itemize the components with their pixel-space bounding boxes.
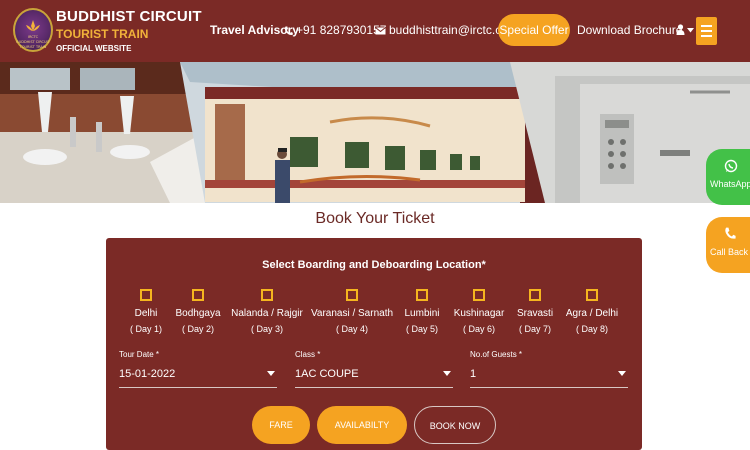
logo-text-bot: TOURIST TRAIN — [19, 45, 47, 49]
fare-button[interactable]: FARE — [252, 406, 310, 444]
tour-date-select[interactable]: 15-01-2022 — [119, 367, 277, 388]
stop-day: ( Day 8) — [575, 324, 608, 334]
whatsapp-label: WhatsApp — [710, 179, 750, 189]
site-header: IRCTC BUDDHIST CIRCUIT TOURIST TRAIN BUD… — [0, 0, 750, 62]
stop-option-agra-delhi[interactable]: Agra / Delhi ( Day 8) — [547, 289, 637, 334]
stop-checkbox[interactable] — [346, 289, 358, 301]
envelope-icon — [375, 26, 386, 35]
email-link[interactable]: buddhisttrain@irctc.com — [375, 23, 518, 37]
stop-checkbox[interactable] — [473, 289, 485, 301]
menu-bar — [701, 30, 712, 32]
menu-bar — [701, 35, 712, 37]
guests-field: No.of Guests * 1 — [470, 350, 628, 388]
banner-collage-image — [0, 62, 750, 203]
caret-down-icon — [686, 28, 694, 33]
guests-label: No.of Guests * — [470, 350, 523, 359]
call-back-label: Call Back — [710, 247, 749, 257]
whatsapp-button[interactable]: WhatsApp — [706, 149, 750, 205]
class-field: Class * 1AC COUPE — [295, 350, 453, 388]
irctc-logo[interactable]: IRCTC BUDDHIST CIRCUIT TOURIST TRAIN — [13, 8, 53, 52]
brand-subtitle[interactable]: TOURIST TRAIN — [56, 27, 148, 41]
caret-down-icon — [267, 371, 275, 376]
hero-banner — [0, 62, 750, 203]
guests-select[interactable]: 1 — [470, 367, 628, 388]
availability-button[interactable]: AVAILABILTY — [317, 406, 407, 444]
brand-tagline: OFFICIAL WEBSITE — [56, 44, 132, 53]
stop-checkbox[interactable] — [529, 289, 541, 301]
caret-down-icon — [618, 371, 626, 376]
location-heading: Select Boarding and Deboarding Location* — [262, 259, 486, 271]
lotus-icon — [26, 20, 40, 31]
stop-name: Nalanda / Rajgir — [231, 308, 303, 319]
stop-checkbox[interactable] — [586, 289, 598, 301]
tour-date-label: Tour Date * — [119, 350, 160, 359]
stop-checkbox[interactable] — [140, 289, 152, 301]
stop-name: Agra / Delhi — [565, 308, 619, 319]
download-brochure-label: Download Brochure — [577, 23, 683, 37]
tour-date-field: Tour Date * 15-01-2022 — [119, 350, 277, 388]
whatsapp-icon — [724, 159, 738, 173]
special-offer-button[interactable]: Special Offer — [498, 14, 570, 46]
class-label: Class * — [295, 350, 321, 359]
stop-checkbox[interactable] — [192, 289, 204, 301]
caret-down-icon — [443, 371, 451, 376]
stop-checkbox[interactable] — [416, 289, 428, 301]
guests-value: 1 — [470, 368, 477, 380]
hamburger-menu-button[interactable] — [696, 17, 717, 45]
menu-bar — [701, 25, 712, 27]
logo-text-top: IRCTC — [27, 35, 39, 39]
stop-checkbox[interactable] — [261, 289, 273, 301]
booking-form: Select Boarding and Deboarding Location*… — [106, 238, 642, 450]
book-ticket-title: Book Your Ticket — [315, 210, 435, 227]
book-now-button[interactable]: BOOK NOW — [414, 406, 496, 444]
stop-day: ( Day 3) — [250, 324, 283, 334]
phone-icon — [284, 26, 293, 35]
class-value: 1AC COUPE — [295, 368, 359, 380]
class-select[interactable]: 1AC COUPE — [295, 367, 453, 388]
stop-option-nalanda-rajgir[interactable]: Nalanda / Rajgir ( Day 3) — [222, 289, 312, 334]
phone-link[interactable]: +91 8287930157 — [284, 23, 386, 37]
tour-date-value: 15-01-2022 — [119, 368, 176, 380]
phone-icon — [725, 227, 736, 239]
logo-text-mid: BUDDHIST CIRCUIT — [16, 40, 50, 44]
brand-title[interactable]: BUDDHIST CIRCUIT — [56, 8, 202, 25]
user-icon[interactable] — [676, 24, 685, 35]
phone-number: +91 8287930157 — [296, 23, 387, 37]
